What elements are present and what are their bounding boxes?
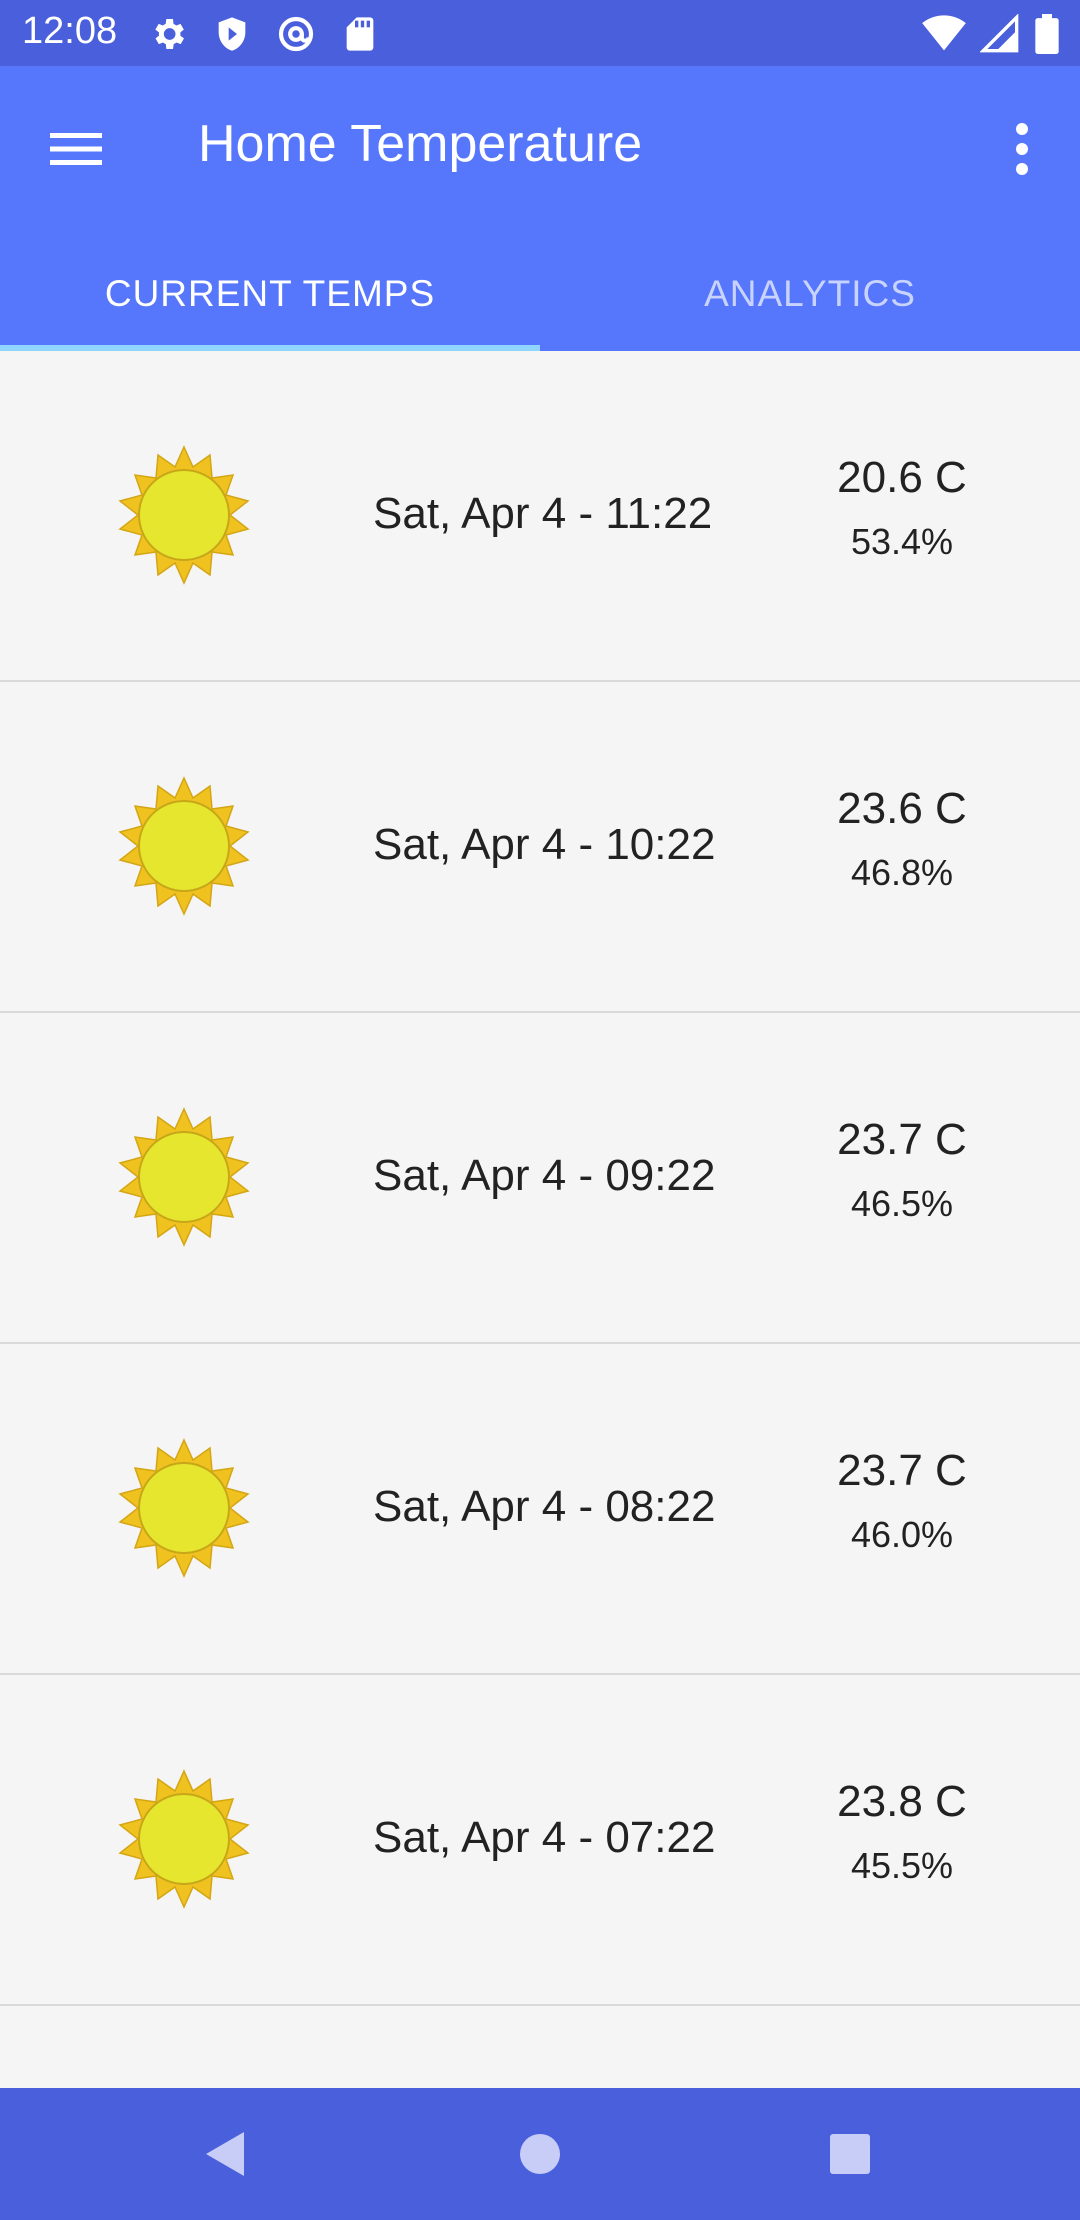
- at-sign-icon: [276, 14, 316, 54]
- reading-temperature: 20.6 C: [837, 453, 967, 502]
- tab-analytics[interactable]: ANALYTICS: [540, 236, 1080, 351]
- list-item[interactable]: Sat, Apr 4 - 10:22 23.6 C 46.8%: [0, 682, 1080, 1013]
- sd-card-icon: [340, 14, 380, 54]
- reading-humidity: 46.8%: [850, 852, 954, 893]
- notification-icons: [148, 14, 380, 54]
- menu-button[interactable]: [40, 112, 114, 186]
- home-icon[interactable]: [518, 2132, 562, 2176]
- sun-icon: [114, 776, 254, 916]
- wifi-icon: [922, 14, 966, 59]
- sun-icon: [114, 1438, 254, 1578]
- reading-humidity: 46.0%: [850, 1514, 954, 1555]
- reading-humidity: 53.4%: [850, 521, 954, 562]
- list-item[interactable]: Sat, Apr 4 - 11:22 20.6 C 53.4%: [0, 351, 1080, 682]
- list-item[interactable]: Sat, Apr 4 - 07:22 23.8 C 45.5%: [0, 1675, 1080, 2006]
- reading-datetime: Sat, Apr 4 - 09:22: [373, 1151, 716, 1200]
- reading-datetime: Sat, Apr 4 - 07:22: [373, 1813, 716, 1862]
- app-title: Home Temperature: [198, 115, 643, 173]
- status-bar: 12:08: [0, 0, 1080, 66]
- reading-humidity: 46.5%: [850, 1183, 954, 1224]
- readings-list[interactable]: Sat, Apr 4 - 11:22 20.6 C 53.4% Sat, Apr…: [0, 351, 1080, 2006]
- signal-icon: [979, 13, 1020, 59]
- battery-icon: [1034, 14, 1060, 59]
- reading-temperature: 23.7 C: [837, 1115, 967, 1164]
- reading-datetime: Sat, Apr 4 - 08:22: [373, 1482, 716, 1531]
- status-time: 12:08: [22, 10, 118, 52]
- reading-temperature: 23.6 C: [837, 784, 967, 833]
- reading-humidity: 45.5%: [850, 1845, 954, 1886]
- overflow-menu-button[interactable]: [992, 112, 1052, 186]
- tab-current-temps[interactable]: CURRENT TEMPS: [0, 236, 540, 351]
- tab-label: CURRENT TEMPS: [104, 272, 436, 314]
- recents-icon[interactable]: [828, 2132, 872, 2176]
- app-bar: Home Temperature CURRENT TEMPS ANALYTICS: [0, 66, 1080, 351]
- list-item[interactable]: Sat, Apr 4 - 09:22 23.7 C 46.5%: [0, 1013, 1080, 1344]
- list-item[interactable]: Sat, Apr 4 - 08:22 23.7 C 46.0%: [0, 1344, 1080, 1675]
- reading-datetime: Sat, Apr 4 - 10:22: [373, 820, 716, 869]
- navigation-bar: [0, 2088, 1080, 2220]
- sun-icon: [114, 1107, 254, 1247]
- sun-icon: [114, 1769, 254, 1909]
- more-vert-icon: [992, 123, 1052, 190]
- system-icons: [922, 13, 1060, 59]
- reading-temperature: 23.8 C: [837, 1777, 967, 1826]
- tab-label: ANALYTICS: [704, 272, 916, 314]
- settings-icon: [148, 14, 188, 54]
- shield-icon: [212, 14, 252, 54]
- reading-datetime: Sat, Apr 4 - 11:22: [373, 489, 713, 538]
- tab-bar: CURRENT TEMPS ANALYTICS: [0, 236, 1080, 351]
- back-icon[interactable]: [200, 2128, 250, 2180]
- hamburger-icon: [40, 133, 114, 190]
- sun-icon: [114, 445, 254, 585]
- reading-temperature: 23.7 C: [837, 1446, 967, 1495]
